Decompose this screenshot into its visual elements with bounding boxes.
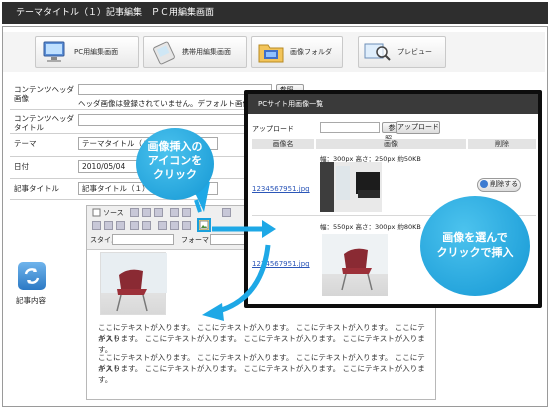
popup-title: PCサイト用画像一覧 <box>248 94 538 114</box>
body-text-line: が入ります。 ここにテキストが入ります。 ここにテキストが入ります。 ここにテキ… <box>98 364 425 384</box>
article-title-label: 記事タイトル <box>14 184 59 193</box>
mobile-phone-icon <box>153 41 175 65</box>
theme-label: テーマ <box>14 139 37 148</box>
column-header-name: 画像名 <box>252 139 314 149</box>
header-image-file-input[interactable] <box>78 84 272 95</box>
pc-edit-label: PC用編集画面 <box>74 48 119 56</box>
header-title-input[interactable] <box>78 114 272 126</box>
page-title: テーマタイトル（１）記事編集 ＰＣ用編集画面 <box>2 2 548 24</box>
image-folder-label: 画像フォルダ <box>290 48 332 56</box>
delete-icon <box>479 180 488 188</box>
image-folder-button[interactable]: 画像フォルダ <box>251 36 343 68</box>
preview-button[interactable]: プレビュー <box>358 36 446 68</box>
pc-edit-button[interactable]: PC用編集画面 <box>35 36 139 68</box>
select-callout-line: クリックで挿入 <box>436 246 514 259</box>
article-content-icon <box>18 262 46 290</box>
select-callout-line: 画像を選んで <box>442 231 508 244</box>
date-label: 日付 <box>14 162 29 171</box>
paste-icon[interactable] <box>154 208 163 217</box>
format-select[interactable] <box>210 234 246 245</box>
preview-label: プレビュー <box>397 48 432 56</box>
folder-icon <box>258 44 284 63</box>
popup-upload-button[interactable]: アップロード <box>396 121 440 134</box>
insert-callout-line: 画像挿入の <box>147 140 203 153</box>
row-divider <box>10 199 275 200</box>
select-callout: 画像を選んで クリックで挿入 <box>420 196 530 296</box>
delete-label: 削除する <box>490 180 519 188</box>
bold-icon[interactable] <box>92 221 101 230</box>
header-title-label: コンテンツヘッダタイトル <box>14 114 74 132</box>
mobile-edit-button[interactable]: 携帯用編集画面 <box>143 36 247 68</box>
insert-callout-line: クリック <box>153 168 197 181</box>
italic-icon[interactable] <box>104 221 113 230</box>
cut-icon[interactable] <box>130 208 139 217</box>
nav-toolbar: PC用編集画面 携帯用編集画面 画像フォルダ プレビュー <box>3 32 545 72</box>
popup-file-input[interactable] <box>320 122 380 133</box>
insert-image-icon[interactable] <box>197 218 211 232</box>
article-content-label: 記事内容 <box>16 296 46 305</box>
image-thumbnail[interactable] <box>320 162 382 212</box>
image-thumbnail[interactable] <box>322 234 388 296</box>
inserted-chair-image[interactable] <box>100 252 167 315</box>
unlink-icon[interactable] <box>170 221 179 230</box>
source-button[interactable]: ソース <box>103 208 124 218</box>
row-divider <box>10 109 275 110</box>
link-icon[interactable] <box>158 221 167 230</box>
monitor-icon <box>43 41 65 62</box>
column-header-image: 画像 <box>316 139 466 149</box>
insert-callout: 画像挿入の アイコンを クリック <box>136 128 214 200</box>
source-icon[interactable] <box>92 208 101 217</box>
copy-icon[interactable] <box>142 208 151 217</box>
magnifier-icon <box>364 43 391 61</box>
delete-button[interactable]: 削除する <box>477 178 521 192</box>
column-header-delete: 削除 <box>468 139 536 149</box>
underline-icon[interactable] <box>116 221 125 230</box>
popup-upload-label: アップロード <box>252 125 294 133</box>
image-info: 幅：550px 高さ：300px 約80KB <box>320 223 421 231</box>
header-image-label: コンテンツヘッダ画像 <box>14 85 74 103</box>
image-file-link[interactable]: 1234567951.jpg <box>252 260 310 268</box>
style-select[interactable] <box>112 234 174 245</box>
table-icon[interactable] <box>222 208 231 217</box>
list-icon[interactable] <box>130 221 139 230</box>
redo-icon[interactable] <box>182 208 191 217</box>
mobile-edit-label: 携帯用編集画面 <box>182 48 231 56</box>
anchor-icon[interactable] <box>182 221 191 230</box>
image-file-link[interactable]: 1234567951.jpg <box>252 185 310 193</box>
undo-icon[interactable] <box>170 208 179 217</box>
insert-callout-line: アイコンを <box>147 154 203 167</box>
indent-icon[interactable] <box>142 221 151 230</box>
